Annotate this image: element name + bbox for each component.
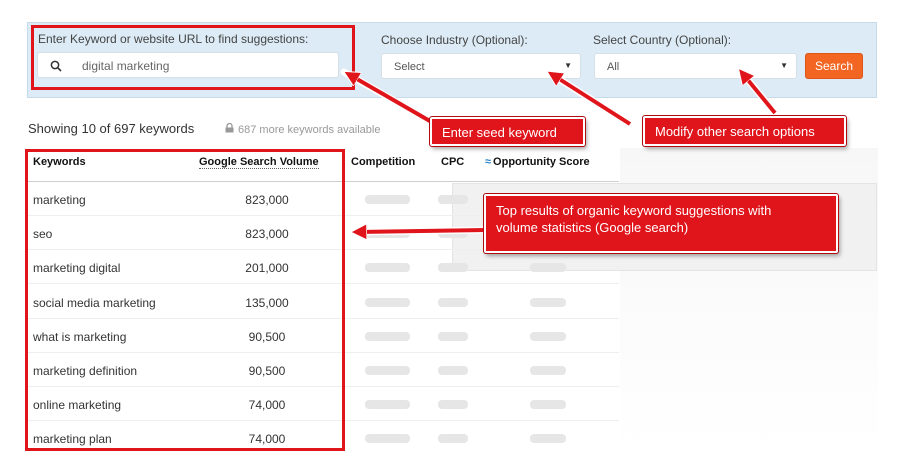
arrow-to-results (358, 230, 487, 232)
callout-results: Top results of organic keyword suggestio… (484, 194, 838, 253)
arrow-to-keyword-input (350, 75, 436, 126)
callout-results-line1: Top results of organic keyword suggestio… (496, 203, 772, 218)
arrow-to-country-select (743, 74, 777, 115)
callout-search-options: Modify other search options (643, 116, 846, 146)
callout-results-line2: volume statistics (Google search) (496, 220, 689, 235)
callout-seed-keyword: Enter seed keyword (430, 117, 585, 146)
